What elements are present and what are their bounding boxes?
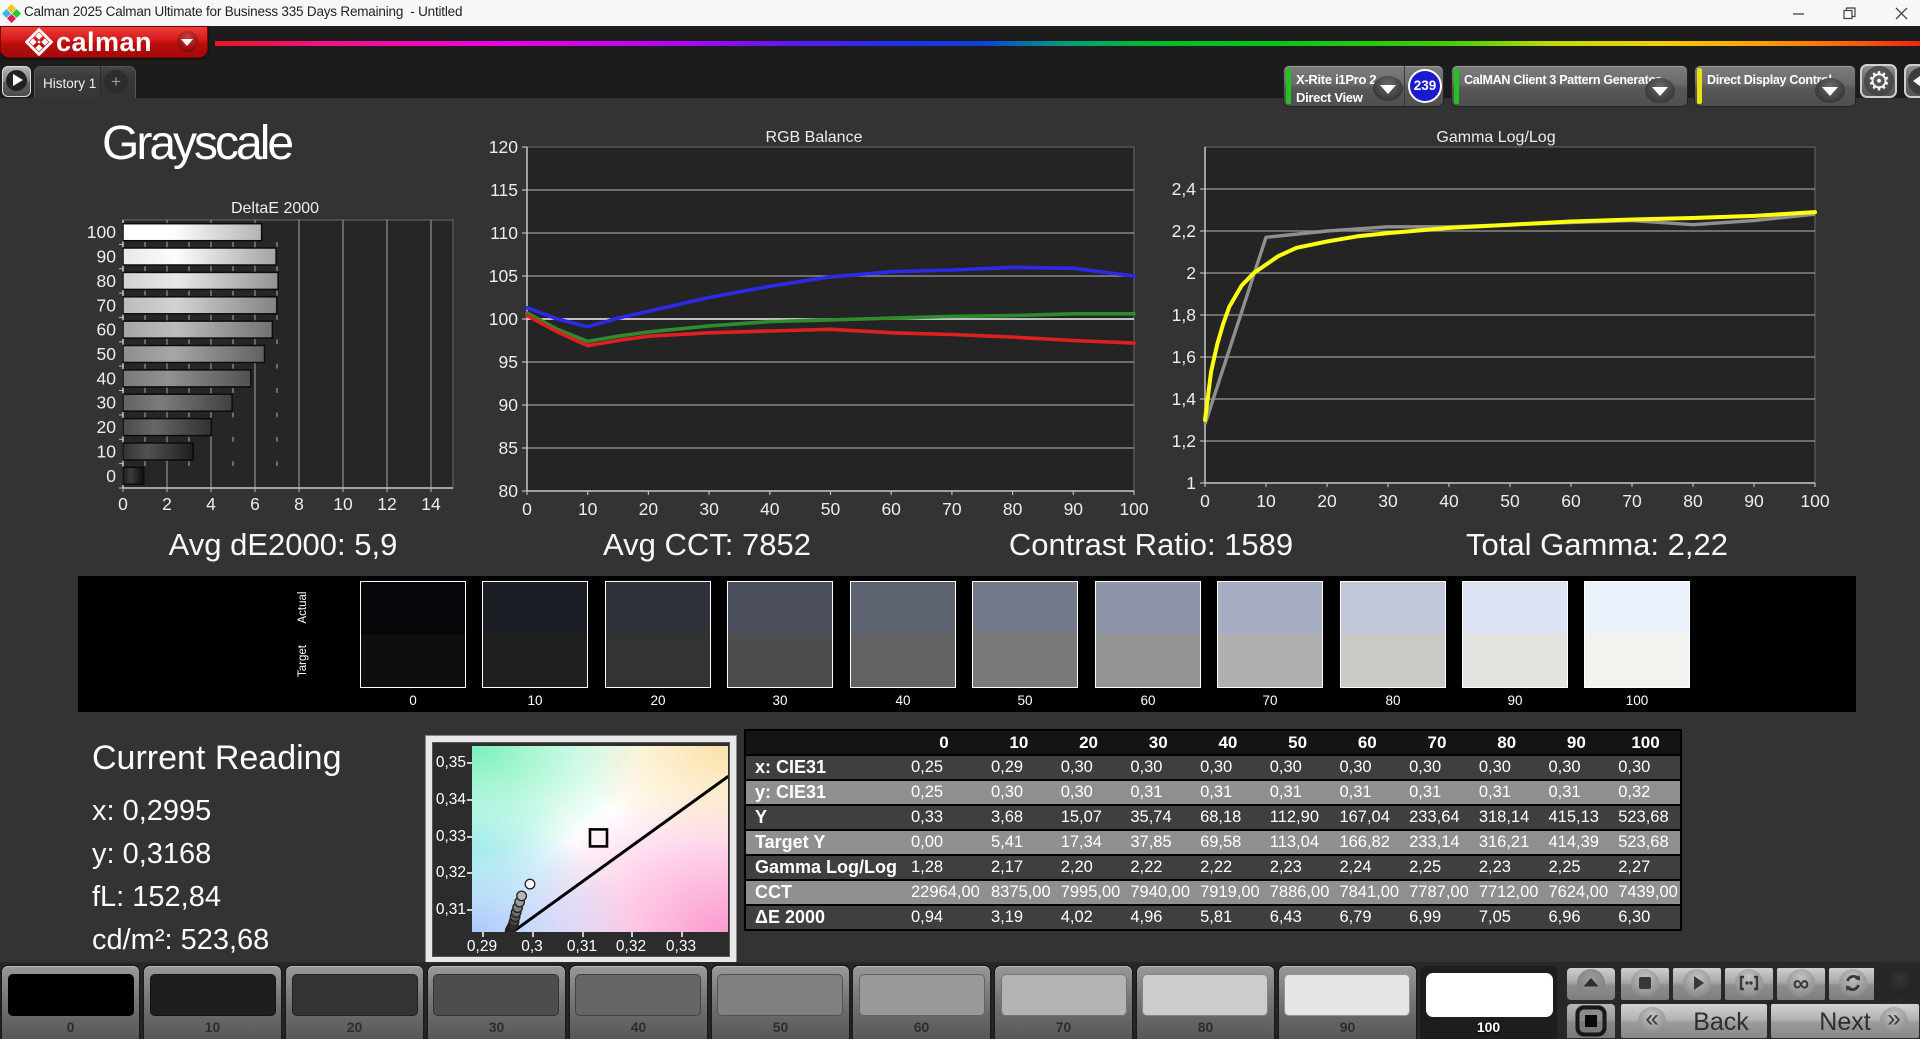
svg-text:90: 90 (1744, 491, 1764, 511)
svg-text:90: 90 (97, 247, 117, 267)
svg-text:80: 80 (1683, 491, 1703, 511)
svg-text:100: 100 (489, 309, 518, 329)
svg-text:10: 10 (1256, 491, 1276, 511)
svg-text:2: 2 (1186, 263, 1196, 283)
svg-text:1,8: 1,8 (1172, 305, 1196, 325)
svg-text:120: 120 (489, 137, 518, 157)
svg-text:50: 50 (1500, 491, 1520, 511)
svg-text:1,4: 1,4 (1172, 389, 1197, 409)
svg-text:40: 40 (97, 368, 117, 388)
svg-text:60: 60 (1561, 491, 1581, 511)
svg-text:80: 80 (97, 271, 117, 291)
svg-text:2,2: 2,2 (1172, 221, 1196, 241)
svg-text:1,6: 1,6 (1172, 347, 1196, 367)
svg-text:0: 0 (106, 466, 116, 486)
svg-text:10: 10 (333, 494, 353, 514)
svg-text:70: 70 (942, 499, 962, 519)
svg-text:95: 95 (499, 352, 518, 372)
svg-text:90: 90 (499, 395, 519, 415)
svg-text:60: 60 (881, 499, 901, 519)
svg-text:100: 100 (1119, 499, 1148, 519)
svg-text:85: 85 (499, 438, 518, 458)
svg-text:50: 50 (821, 499, 841, 519)
svg-text:20: 20 (1317, 491, 1337, 511)
svg-text:0: 0 (118, 494, 128, 514)
svg-text:4: 4 (206, 494, 216, 514)
svg-text:2: 2 (162, 494, 172, 514)
svg-text:0: 0 (1200, 491, 1210, 511)
svg-text:80: 80 (499, 481, 519, 501)
svg-text:30: 30 (699, 499, 719, 519)
svg-text:105: 105 (489, 266, 518, 286)
svg-text:10: 10 (97, 442, 117, 462)
svg-text:70: 70 (97, 295, 117, 315)
svg-text:14: 14 (421, 494, 441, 514)
svg-text:40: 40 (1439, 491, 1459, 511)
svg-text:20: 20 (639, 499, 659, 519)
svg-text:100: 100 (87, 222, 116, 242)
svg-text:1,2: 1,2 (1172, 431, 1196, 451)
svg-text:100: 100 (1800, 491, 1829, 511)
svg-text:0: 0 (522, 499, 532, 519)
svg-text:12: 12 (377, 494, 396, 514)
svg-text:1: 1 (1186, 473, 1196, 493)
svg-text:80: 80 (1003, 499, 1023, 519)
svg-text:115: 115 (490, 180, 518, 200)
svg-text:8: 8 (294, 494, 304, 514)
svg-text:6: 6 (250, 494, 260, 514)
svg-text:90: 90 (1064, 499, 1084, 519)
svg-text:110: 110 (490, 223, 518, 243)
svg-text:70: 70 (1622, 491, 1642, 511)
svg-text:10: 10 (578, 499, 598, 519)
svg-text:30: 30 (1378, 491, 1398, 511)
svg-text:50: 50 (97, 344, 117, 364)
svg-text:60: 60 (97, 320, 117, 340)
svg-text:40: 40 (760, 499, 780, 519)
svg-text:20: 20 (97, 417, 117, 437)
svg-text:2,4: 2,4 (1172, 179, 1197, 199)
svg-text:30: 30 (97, 393, 117, 413)
